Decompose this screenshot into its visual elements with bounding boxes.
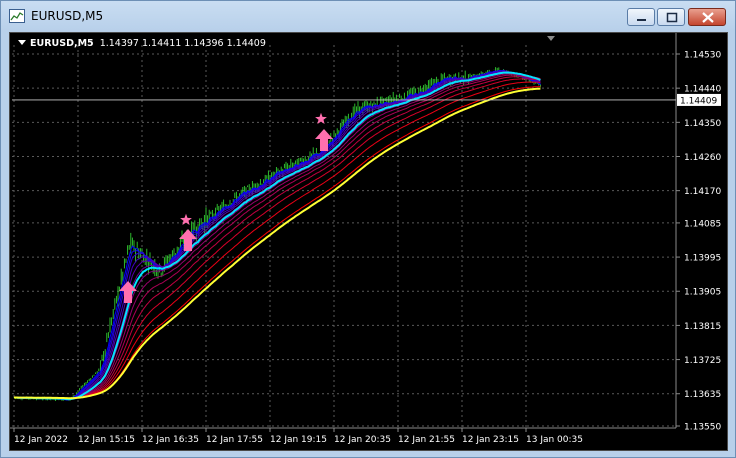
chart-menu-icon[interactable] bbox=[18, 40, 26, 45]
time-tick-label: 12 Jan 21:55 bbox=[398, 435, 455, 445]
price-tick-label: 1.14350 bbox=[684, 119, 721, 129]
price-tick-label: 1.13995 bbox=[684, 254, 721, 264]
chart-window: EURUSD,M5 1.14530 1.14440 1.14350 1.14260 1.… bbox=[0, 0, 736, 458]
ribbon-ma-line bbox=[13, 70, 541, 401]
time-tick-label: 12 Jan 23:15 bbox=[462, 435, 519, 445]
price-tick-label: 1.14260 bbox=[684, 153, 721, 163]
maximize-button[interactable] bbox=[657, 8, 685, 26]
maximize-icon bbox=[666, 12, 678, 23]
price-tick-label: 1.14530 bbox=[684, 51, 721, 61]
candles bbox=[13, 67, 541, 402]
time-tick-label: 12 Jan 19:15 bbox=[270, 435, 327, 445]
ribbon-ma-line bbox=[14, 72, 541, 400]
ribbon-ma-line bbox=[14, 71, 541, 400]
current-price-label: 1.14409 bbox=[680, 96, 717, 106]
chart-canvas[interactable]: 1.14530 1.14440 1.14350 1.14260 1.14170 1.140… bbox=[10, 33, 728, 451]
ribbon-ma-line bbox=[14, 81, 541, 399]
signal-star-icon bbox=[315, 112, 327, 124]
ribbon-ma-line bbox=[14, 74, 541, 400]
price-tick-label: 1.13635 bbox=[684, 390, 721, 400]
ribbon-ma-line bbox=[14, 70, 541, 400]
time-tick-label: 12 Jan 15:15 bbox=[78, 435, 135, 445]
minimize-icon bbox=[637, 19, 646, 21]
close-button[interactable] bbox=[688, 8, 726, 26]
fast-ma-line bbox=[14, 71, 541, 401]
price-tick-label: 1.14085 bbox=[684, 219, 721, 229]
ribbon-ma-line bbox=[13, 69, 541, 401]
ribbon-ma-line bbox=[14, 78, 541, 399]
chart-app-icon bbox=[9, 9, 25, 23]
ribbon-ma-line bbox=[13, 69, 541, 401]
price-tick-label: 1.14440 bbox=[684, 85, 721, 95]
price-tick-label: 1.13905 bbox=[684, 288, 721, 298]
ribbon-ma-line bbox=[14, 71, 541, 400]
price-chart[interactable]: 1.14530 1.14440 1.14350 1.14260 1.14170 1.140… bbox=[9, 32, 728, 451]
time-tick-label: 12 Jan 2022 bbox=[14, 435, 68, 445]
close-icon bbox=[702, 12, 714, 23]
time-tick-label: 13 Jan 00:35 bbox=[526, 435, 583, 445]
minimize-button[interactable] bbox=[627, 8, 655, 26]
price-tick-label: 1.14170 bbox=[684, 187, 721, 197]
signal-star-icon bbox=[180, 213, 192, 225]
chart-shift-marker bbox=[547, 36, 555, 41]
price-tick-label: 1.13725 bbox=[684, 356, 721, 366]
time-tick-label: 12 Jan 17:55 bbox=[206, 435, 263, 445]
symbol-label: EURUSD,M5 bbox=[30, 38, 94, 49]
ribbon-ma-line bbox=[14, 76, 541, 400]
price-tick-label: 1.13815 bbox=[684, 322, 721, 332]
window-title: EURUSD,M5 bbox=[31, 9, 104, 23]
title-bar[interactable]: EURUSD,M5 bbox=[1, 1, 735, 31]
price-tick-label: 1.13550 bbox=[684, 423, 721, 433]
chart-info: EURUSD,M5 1.14397 1.14411 1.14396 1.1440… bbox=[18, 38, 266, 49]
time-tick-label: 12 Jan 16:35 bbox=[142, 435, 199, 445]
ohlc-values: 1.14397 1.14411 1.14396 1.14409 bbox=[99, 38, 266, 49]
ribbon-ma-line bbox=[14, 86, 541, 399]
slow-ma-line bbox=[14, 87, 541, 400]
time-tick-label: 12 Jan 20:35 bbox=[334, 435, 391, 445]
